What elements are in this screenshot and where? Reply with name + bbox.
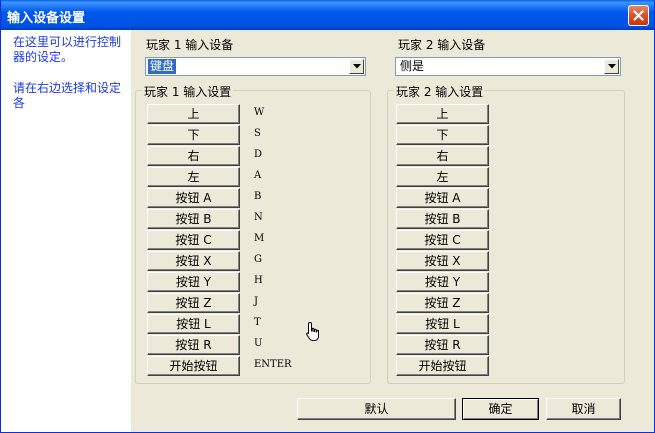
player1-bind-button[interactable]: 按钮 Y: [147, 272, 240, 292]
player1-bind-button[interactable]: 按钮 B: [147, 209, 240, 229]
help-panel: 在这里可以进行控制器的设定。 请在右边选择和设定各: [1, 30, 131, 432]
player2-bind-button[interactable]: 左: [396, 167, 489, 187]
player1-device-label: 玩家 1 输入设备: [146, 38, 234, 52]
player1-key-value: D: [254, 149, 263, 160]
player1-device-value: 键盘: [148, 59, 177, 74]
player1-key-value: W: [254, 107, 265, 118]
player1-key-value: S: [254, 128, 261, 139]
player1-group-label: 玩家 1 输入设置: [142, 83, 234, 100]
player1-device-select[interactable]: 键盘: [145, 57, 366, 76]
player1-key-value: M: [254, 233, 265, 244]
player1-bind-button[interactable]: 下: [147, 125, 240, 145]
player1-key-value: N: [254, 212, 263, 223]
player2-bind-button[interactable]: 右: [396, 146, 489, 166]
player1-bind-button[interactable]: 按钮 Z: [147, 293, 240, 313]
player1-key-value: G: [254, 254, 262, 265]
player2-dropdown-button[interactable]: [604, 59, 619, 74]
input-settings-dialog: 输入设备设置 在这里可以进行控制器的设定。 请在右边选择和设定各 玩家 1 输入…: [0, 0, 655, 433]
player1-bind-button[interactable]: 左: [147, 167, 240, 187]
ok-button[interactable]: 确定: [462, 398, 539, 420]
player1-key-value: B: [254, 191, 262, 202]
close-icon: [633, 10, 644, 21]
player2-bind-button[interactable]: 按钮 C: [396, 230, 489, 250]
player2-bind-button[interactable]: 上: [396, 104, 489, 124]
player1-key-value: H: [254, 275, 263, 286]
player1-bind-button[interactable]: 右: [147, 146, 240, 166]
player1-key-value: T: [254, 317, 261, 328]
player2-bind-button[interactable]: 按钮 B: [396, 209, 489, 229]
default-button[interactable]: 默认: [297, 398, 456, 420]
cancel-button[interactable]: 取消: [546, 398, 621, 420]
chevron-down-icon: [608, 64, 616, 69]
player1-dropdown-button[interactable]: [349, 59, 364, 74]
player2-bind-button[interactable]: 下: [396, 125, 489, 145]
player1-key-value: A: [254, 170, 262, 181]
player1-bind-button[interactable]: 按钮 R: [147, 335, 240, 355]
player1-bind-button[interactable]: 开始按钮: [147, 356, 240, 376]
help-text-1: 在这里可以进行控制器的设定。: [13, 35, 122, 64]
player2-device-label: 玩家 2 输入设备: [398, 38, 486, 52]
hand-pointer-icon: [306, 321, 319, 341]
player1-bind-button[interactable]: 按钮 L: [147, 314, 240, 334]
player2-bind-button[interactable]: 按钮 Z: [396, 293, 489, 313]
player2-bind-button[interactable]: 按钮 Y: [396, 272, 489, 292]
chevron-down-icon: [353, 64, 361, 69]
player2-bind-button[interactable]: 按钮 L: [396, 314, 489, 334]
player1-bind-button[interactable]: 按钮 C: [147, 230, 240, 250]
player1-key-value: U: [254, 338, 263, 349]
player2-bind-button[interactable]: 按钮 R: [396, 335, 489, 355]
player2-device-select[interactable]: 侧是: [395, 57, 621, 76]
player2-bind-button[interactable]: 开始按钮: [396, 356, 489, 376]
window-title: 输入设备设置: [7, 11, 86, 26]
player2-bind-button[interactable]: 按钮 A: [396, 188, 489, 208]
player1-bind-button[interactable]: 按钮 A: [147, 188, 240, 208]
title-bar[interactable]: 输入设备设置: [1, 0, 654, 30]
player2-bind-button[interactable]: 按钮 X: [396, 251, 489, 271]
player2-group-label: 玩家 2 输入设置: [394, 83, 486, 100]
player2-device-value: 侧是: [400, 59, 425, 73]
player1-bind-button[interactable]: 按钮 X: [147, 251, 240, 271]
close-button[interactable]: [628, 5, 649, 26]
help-text-2: 请在右边选择和设定各: [13, 81, 122, 110]
player1-key-value: ENTER: [254, 359, 292, 370]
player1-bind-button[interactable]: 上: [147, 104, 240, 124]
player1-key-value: J: [254, 296, 259, 307]
